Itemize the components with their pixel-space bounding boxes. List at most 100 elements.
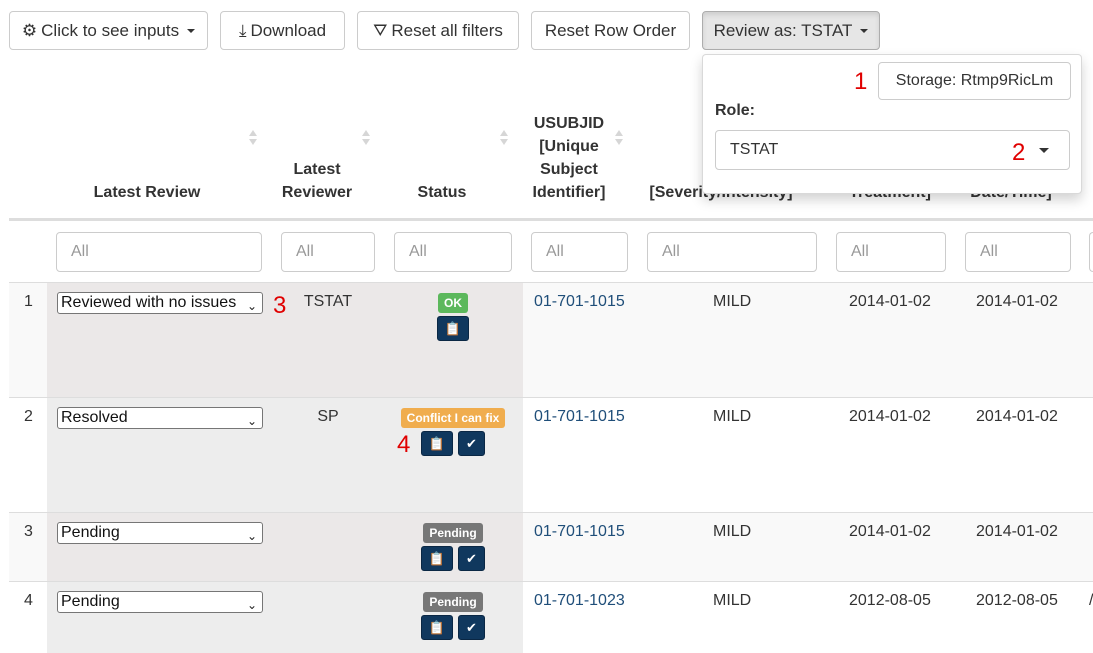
review-as-label: Review as: TSTAT bbox=[713, 20, 853, 40]
truncated-cell: / bbox=[1089, 592, 1093, 610]
reset-filters-button[interactable]: ⛛ Reset all filters bbox=[357, 11, 519, 50]
filter-reset-icon: ⛛ bbox=[373, 21, 388, 40]
treatment-date-cell: 2014-01-02 bbox=[849, 293, 931, 310]
filter-severity[interactable] bbox=[647, 232, 817, 272]
usubjid-link[interactable]: 01-701-1015 bbox=[534, 408, 625, 426]
filter-usubjid[interactable] bbox=[531, 232, 628, 272]
sort-icon[interactable] bbox=[500, 128, 508, 148]
caret-down-icon bbox=[860, 28, 869, 33]
reviewer-cell: TSTAT bbox=[303, 293, 353, 310]
severity-cell: MILD bbox=[713, 523, 752, 540]
review-select[interactable]: Reviewed with no issues ⌄ bbox=[57, 292, 263, 314]
chevron-down-icon: ⌄ bbox=[246, 598, 257, 612]
status-badge: OK bbox=[438, 293, 468, 313]
datetime-cell: 2012-08-05 bbox=[976, 592, 1058, 609]
check-icon[interactable]: ✔ bbox=[458, 431, 485, 456]
header-latest-reviewer-line: Reviewer bbox=[281, 184, 353, 201]
header-usubjid-line: Subject bbox=[540, 161, 598, 178]
filter-status[interactable] bbox=[394, 232, 512, 272]
datetime-cell: 2014-01-02 bbox=[976, 293, 1058, 310]
row-number: 1 bbox=[24, 293, 33, 310]
row-number: 3 bbox=[24, 523, 33, 540]
table-row: 3 Pending ⌄ Pending 📋 ✔ 01-701-1015 MILD… bbox=[9, 512, 1093, 581]
chevron-down-icon: ⌄ bbox=[246, 414, 257, 428]
severity-cell: MILD bbox=[713, 293, 752, 310]
annotation-marker: 2 bbox=[1012, 139, 1026, 166]
review-select-value: Pending bbox=[61, 524, 120, 541]
sort-icon[interactable] bbox=[249, 128, 257, 148]
annotation-marker: 1 bbox=[854, 68, 868, 95]
usubjid-link[interactable]: 01-701-1023 bbox=[534, 592, 625, 610]
header-usubjid[interactable]: USUBJID [Unique Subject Identifier] bbox=[524, 112, 614, 204]
clipboard-icon[interactable]: 📋 bbox=[421, 431, 453, 456]
status-actions: 📋 ✔ bbox=[421, 546, 485, 571]
filter-latest-review[interactable] bbox=[56, 232, 262, 272]
storage-button[interactable]: Storage: Rtmp9RicLm bbox=[878, 62, 1071, 100]
datetime-cell: 2014-01-02 bbox=[976, 408, 1058, 425]
header-status-label: Status bbox=[417, 184, 467, 201]
status-actions: 📋 bbox=[437, 316, 469, 341]
header-usubjid-line: Identifier] bbox=[532, 184, 606, 201]
review-select[interactable]: Resolved ⌄ bbox=[57, 407, 263, 429]
filter-next-column[interactable] bbox=[1089, 232, 1093, 272]
status-badge: Conflict I can fix bbox=[400, 408, 506, 428]
table-row: 4 Pending ⌄ Pending 📋 ✔ 01-701-1023 MILD… bbox=[9, 581, 1093, 653]
severity-cell: MILD bbox=[713, 592, 752, 609]
review-select[interactable]: Pending ⌄ bbox=[57, 591, 263, 613]
chevron-down-icon: ⌄ bbox=[246, 529, 257, 543]
clipboard-icon[interactable]: 📋 bbox=[421, 546, 453, 571]
role-label: Role: bbox=[715, 102, 755, 119]
row-number: 2 bbox=[24, 408, 33, 425]
header-latest-review[interactable]: Latest Review bbox=[47, 181, 247, 204]
header-status[interactable]: Status bbox=[394, 181, 490, 204]
table-row: 1 Reviewed with no issues ⌄ TSTAT OK 📋 0… bbox=[9, 282, 1093, 397]
status-cell: Conflict I can fix 📋 ✔ bbox=[394, 408, 512, 456]
filter-treatment[interactable] bbox=[836, 232, 946, 272]
filter-datetime[interactable] bbox=[965, 232, 1071, 272]
review-select-value: Reviewed with no issues bbox=[61, 294, 237, 311]
annotation-marker: 3 bbox=[273, 292, 287, 319]
status-actions: 📋 ✔ bbox=[421, 615, 485, 640]
download-button[interactable]: ⤓ Download bbox=[220, 11, 345, 50]
check-icon[interactable]: ✔ bbox=[458, 546, 485, 571]
review-select-value: Pending bbox=[61, 593, 120, 610]
status-badge: Pending bbox=[423, 592, 483, 612]
review-select-value: Resolved bbox=[61, 409, 128, 426]
status-actions: 📋 ✔ bbox=[421, 431, 485, 456]
header-usubjid-line: [Unique bbox=[539, 138, 599, 155]
row-number: 4 bbox=[24, 592, 33, 609]
reset-filters-label: Reset all filters bbox=[391, 20, 503, 40]
sort-icon[interactable] bbox=[362, 128, 370, 148]
sort-icon[interactable] bbox=[615, 128, 623, 148]
check-icon[interactable]: ✔ bbox=[458, 615, 485, 640]
chevron-down-icon: ⌄ bbox=[246, 299, 257, 313]
status-cell: Pending 📋 ✔ bbox=[394, 523, 512, 571]
header-latest-review-label: Latest Review bbox=[93, 184, 201, 201]
treatment-date-cell: 2014-01-02 bbox=[849, 523, 931, 540]
table-row: 2 Resolved ⌄ SP Conflict I can fix 📋 ✔ 0… bbox=[9, 397, 1093, 512]
annotation-marker: 4 bbox=[397, 431, 411, 458]
caret-down-icon bbox=[187, 28, 196, 33]
treatment-date-cell: 2014-01-02 bbox=[849, 408, 931, 425]
datetime-cell: 2014-01-02 bbox=[976, 523, 1058, 540]
header-latest-reviewer[interactable]: Latest Reviewer bbox=[271, 158, 363, 204]
clipboard-icon[interactable]: 📋 bbox=[421, 615, 453, 640]
download-label: Download bbox=[250, 20, 327, 40]
severity-cell: MILD bbox=[713, 408, 752, 425]
usubjid-link[interactable]: 01-701-1015 bbox=[534, 293, 625, 311]
header-usubjid-line: USUBJID bbox=[533, 115, 605, 132]
reviewer-cell: SP bbox=[317, 408, 339, 425]
clipboard-icon[interactable]: 📋 bbox=[437, 316, 469, 341]
filter-latest-reviewer[interactable] bbox=[281, 232, 375, 272]
header-latest-reviewer-line: Latest bbox=[293, 161, 341, 178]
role-select-value: TSTAT bbox=[730, 141, 779, 158]
usubjid-link[interactable]: 01-701-1015 bbox=[534, 523, 625, 541]
review-select[interactable]: Pending ⌄ bbox=[57, 522, 263, 544]
review-as-menu: Storage: Rtmp9RicLm Role: TSTAT bbox=[702, 54, 1082, 194]
review-as-dropdown-button[interactable]: Review as: TSTAT bbox=[702, 11, 880, 50]
treatment-date-cell: 2012-08-05 bbox=[849, 592, 931, 609]
inputs-dropdown-button[interactable]: ⚙ Click to see inputs bbox=[9, 11, 208, 50]
reset-row-order-button[interactable]: Reset Row Order bbox=[531, 11, 690, 50]
inputs-dropdown-label: Click to see inputs bbox=[41, 20, 180, 40]
reset-row-order-label: Reset Row Order bbox=[544, 20, 677, 40]
